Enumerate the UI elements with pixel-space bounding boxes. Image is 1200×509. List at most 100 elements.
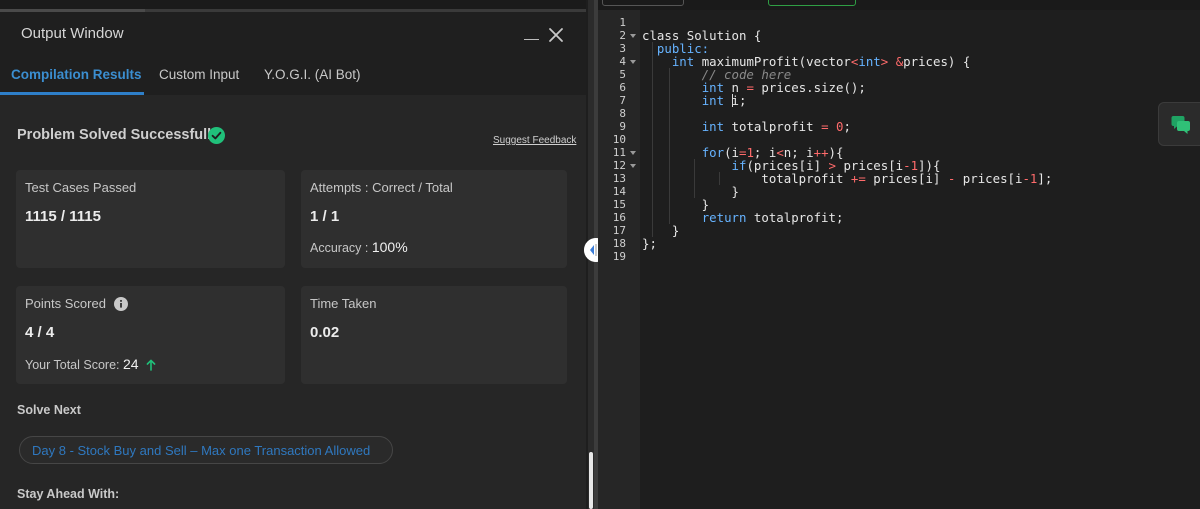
points-card: Points Scored 4 / 4 Your Total Score: 24 bbox=[16, 286, 285, 384]
attempts-value: 1 / 1 bbox=[310, 208, 340, 225]
line-number: 11 bbox=[612, 146, 626, 159]
points-label-row: Points Scored bbox=[25, 296, 128, 311]
line-number-gutter: 1 2 3 4 5 6 7 8 9 10 11 12 13 14 15 16 17 18 19 bbox=[598, 10, 640, 509]
test-cases-value: 1115 / 1115 bbox=[25, 208, 101, 225]
line-number: 3 bbox=[619, 42, 626, 55]
fold-arrow-icon[interactable] bbox=[629, 162, 637, 170]
line-number: 16 bbox=[612, 211, 626, 224]
total-score-row: Your Total Score: 24 bbox=[25, 356, 156, 372]
fold-arrow-icon[interactable] bbox=[629, 149, 637, 157]
code-token: = bbox=[746, 80, 754, 95]
accuracy-value: 100% bbox=[371, 239, 408, 255]
line-number: 10 bbox=[612, 133, 626, 146]
accuracy-row: Accuracy : 100% bbox=[310, 239, 408, 255]
accuracy-label: Accuracy : bbox=[310, 241, 369, 255]
line-number: 6 bbox=[619, 81, 626, 94]
test-cases-card: Test Cases Passed 1115 / 1115 bbox=[16, 170, 285, 268]
attempts-label: Attempts : Correct / Total bbox=[310, 180, 453, 195]
line-number: 4 bbox=[619, 55, 626, 68]
text-cursor bbox=[732, 94, 733, 107]
line-number: 1 bbox=[619, 16, 626, 29]
code-token: totalprofit bbox=[724, 119, 822, 134]
output-panel: Output Window Compilation Results Custom… bbox=[0, 0, 586, 509]
line-number: 13 bbox=[612, 172, 626, 185]
attempts-card: Attempts : Correct / Total 1 / 1 Accurac… bbox=[301, 170, 567, 268]
line-number: 8 bbox=[619, 107, 626, 120]
result-status: Problem Solved Successfully bbox=[17, 127, 220, 143]
line-number: 12 bbox=[612, 159, 626, 172]
code-token: prices[i bbox=[955, 171, 1023, 186]
chat-button[interactable] bbox=[1158, 102, 1200, 146]
line-number: 19 bbox=[612, 250, 626, 263]
minimize-icon[interactable] bbox=[523, 26, 539, 42]
code-token: return bbox=[701, 210, 747, 225]
tab-yogi-ai-bot[interactable]: Y.O.G.I. (AI Bot) bbox=[264, 67, 361, 82]
indent-guide bbox=[669, 68, 670, 224]
editor-toolbar bbox=[598, 0, 1200, 10]
line-number: 7 bbox=[619, 94, 626, 107]
total-score-value: 24 bbox=[123, 356, 139, 372]
fold-arrow-icon[interactable] bbox=[629, 32, 637, 40]
line-number: 14 bbox=[612, 185, 626, 198]
active-tab-underline bbox=[0, 92, 144, 95]
time-value: 0.02 bbox=[310, 324, 340, 341]
code-token: int bbox=[701, 119, 725, 134]
time-label: Time Taken bbox=[310, 296, 377, 311]
indent-guide bbox=[719, 172, 720, 185]
code-token: totalprofit; bbox=[746, 210, 844, 225]
code-token: = bbox=[821, 119, 829, 134]
code-token: }; bbox=[642, 236, 657, 251]
code-token: prices.size(); bbox=[753, 80, 866, 95]
time-card: Time Taken 0.02 bbox=[301, 286, 567, 384]
code-editor[interactable]: 1 2 3 4 5 6 7 8 9 10 11 12 13 14 15 16 17 18 19 class Solu… bbox=[598, 0, 1200, 509]
tab-custom-input[interactable]: Custom Input bbox=[159, 67, 239, 82]
code-token: i; bbox=[724, 93, 747, 108]
code-token: ]; bbox=[1037, 171, 1053, 186]
output-window-header: Output Window bbox=[0, 12, 586, 56]
tab-compilation-results[interactable]: Compilation Results bbox=[11, 67, 142, 82]
output-window-title: Output Window bbox=[21, 25, 124, 42]
solve-next-title: Solve Next bbox=[17, 403, 81, 417]
code-line: int i; bbox=[642, 93, 747, 108]
indent-guide bbox=[652, 42, 653, 237]
close-icon[interactable] bbox=[547, 26, 565, 44]
output-scrollbar-thumb[interactable] bbox=[589, 452, 593, 509]
line-number: 17 bbox=[612, 224, 626, 237]
output-tabs: Compilation Results Custom Input Y.O.G.I… bbox=[0, 56, 586, 95]
next-problem-label: Day 8 - Stock Buy and Sell – Max one Tra… bbox=[32, 443, 371, 458]
line-number: 2 bbox=[619, 29, 626, 42]
info-icon[interactable] bbox=[113, 297, 128, 311]
fold-arrow-icon[interactable] bbox=[629, 58, 637, 66]
code-token: int bbox=[701, 93, 725, 108]
code-token: int bbox=[858, 54, 881, 69]
code-token: prices) { bbox=[903, 54, 971, 69]
arrow-up-icon bbox=[146, 359, 156, 371]
code-token: prices[i] bbox=[865, 171, 948, 186]
code-token: -1 bbox=[1022, 171, 1038, 186]
line-number: 18 bbox=[612, 237, 626, 250]
line-number: 5 bbox=[619, 68, 626, 81]
code-line: int totalprofit = 0; bbox=[642, 120, 851, 133]
code-token: ; bbox=[843, 119, 851, 134]
suggest-feedback-link[interactable]: Suggest Feedback bbox=[493, 135, 576, 146]
check-circle-icon bbox=[208, 127, 225, 144]
points-label: Points Scored bbox=[25, 296, 106, 311]
line-number: 9 bbox=[619, 120, 626, 133]
chat-icon bbox=[1171, 116, 1190, 134]
app-root: Output Window Compilation Results Custom… bbox=[0, 0, 1200, 509]
code-line: }; bbox=[642, 237, 657, 250]
stay-ahead-title: Stay Ahead With: bbox=[17, 487, 120, 501]
problem-tabs-strip bbox=[0, 0, 586, 12]
points-value: 4 / 4 bbox=[25, 324, 55, 341]
language-select[interactable] bbox=[602, 0, 684, 6]
code-token: += bbox=[850, 171, 866, 186]
editor-action-button[interactable] bbox=[768, 0, 856, 6]
test-cases-label: Test Cases Passed bbox=[25, 180, 137, 195]
next-problem-chip[interactable]: Day 8 - Stock Buy and Sell – Max one Tra… bbox=[19, 436, 393, 464]
indent-guide bbox=[694, 159, 695, 198]
total-score-label: Your Total Score: bbox=[25, 358, 120, 372]
